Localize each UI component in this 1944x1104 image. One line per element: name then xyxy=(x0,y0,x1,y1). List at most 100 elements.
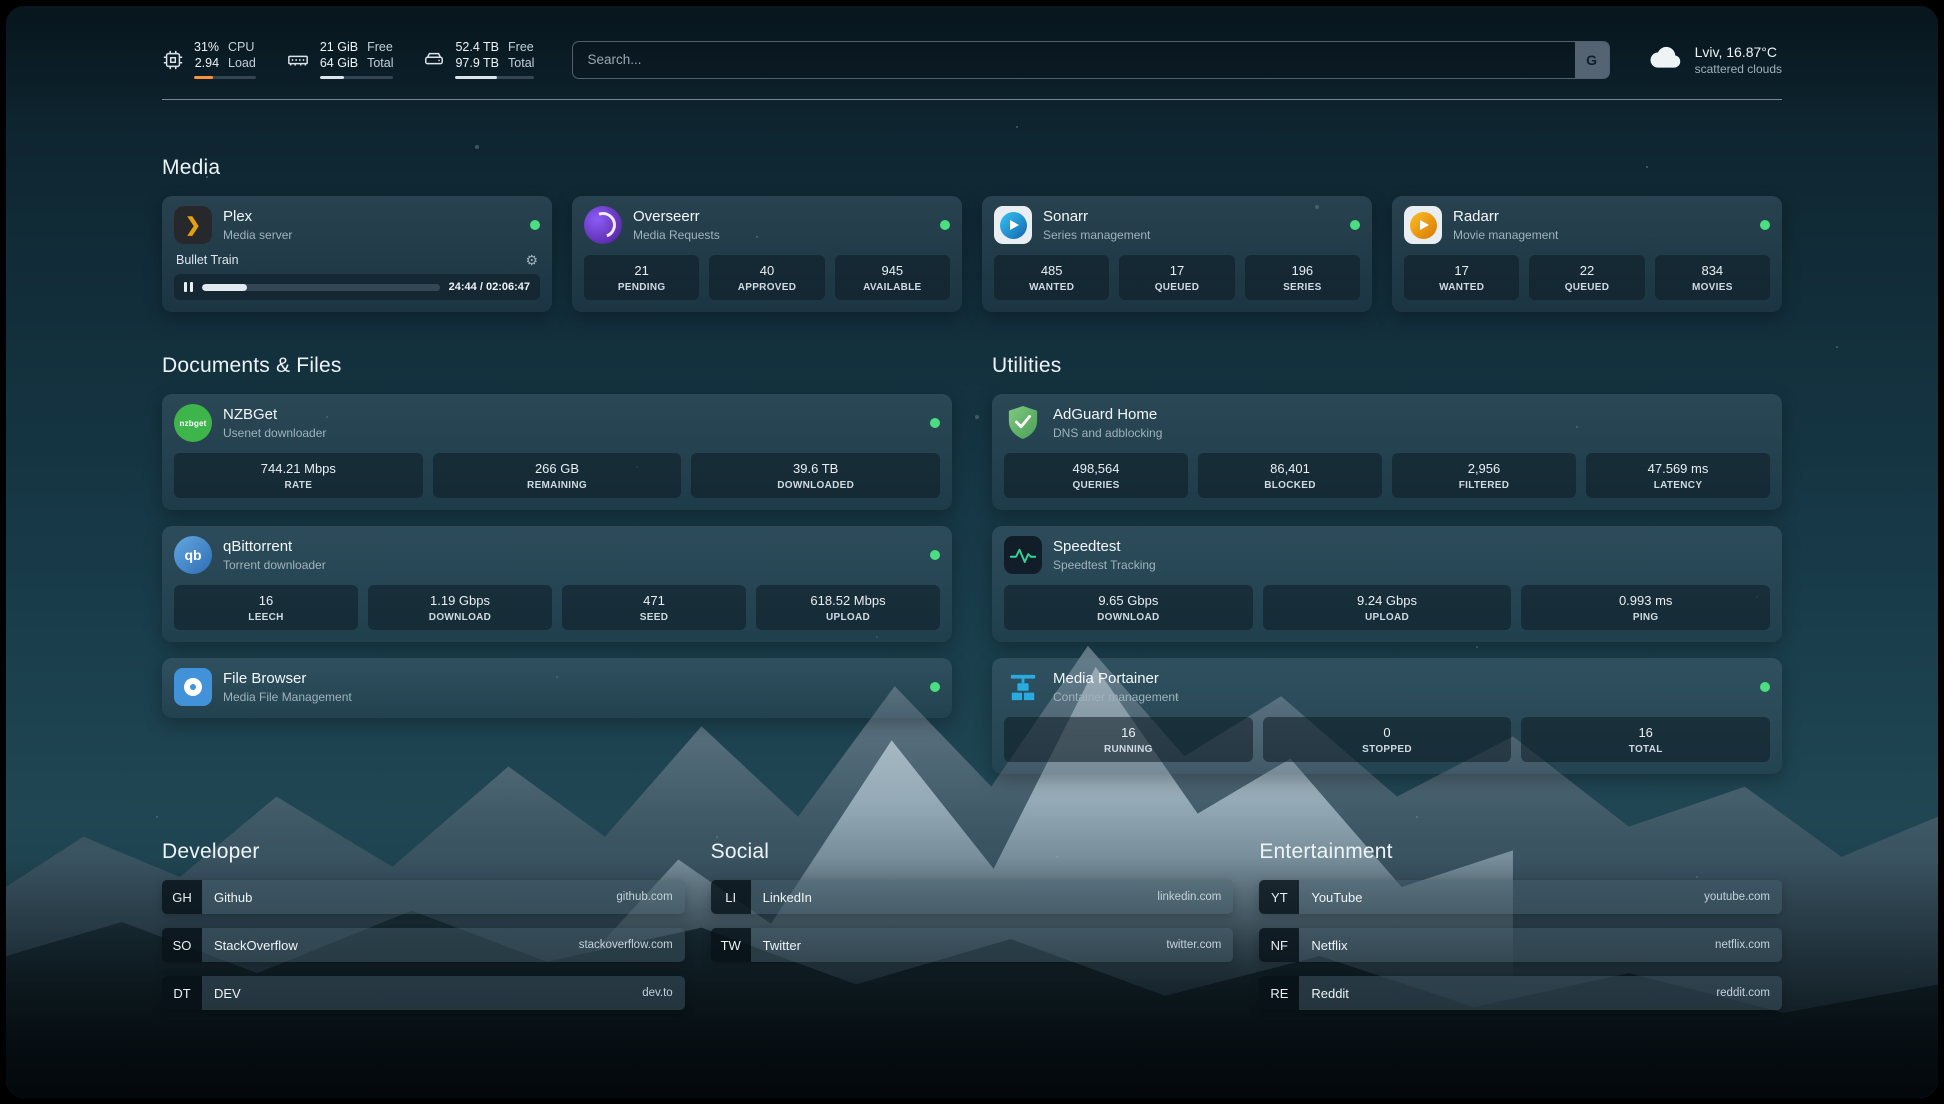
service-card-sonarr: Sonarr Series management 485 WANTED 17 Q… xyxy=(982,196,1372,312)
cpu-icon xyxy=(162,49,184,71)
dashboard-screen: 31% 2.94 CPU Load xyxy=(6,6,1938,1098)
service-subtitle: DNS and adblocking xyxy=(1053,426,1770,440)
bookmark-abbr: RE xyxy=(1259,976,1299,1010)
service-name: File Browser xyxy=(223,670,919,687)
service-card-overseerr: Overseerr Media Requests 21 PENDING 40 A… xyxy=(572,196,962,312)
bookmark-domain: linkedin.com xyxy=(1157,891,1221,903)
memory-widget: 21 GiB 64 GiB Free Total xyxy=(286,40,394,79)
qbittorrent-icon: qb xyxy=(174,536,212,574)
playback-progress-bar xyxy=(202,284,440,291)
stat: 618.52 Mbps UPLOAD xyxy=(756,585,940,630)
service-link-adguard[interactable]: AdGuard Home DNS and adblocking xyxy=(1004,404,1770,442)
search-input[interactable] xyxy=(573,42,1574,78)
disk-icon xyxy=(423,49,445,71)
service-link-qbittorrent[interactable]: qb qBittorrent Torrent downloader xyxy=(174,536,940,574)
stat: 9.65 Gbps DOWNLOAD xyxy=(1004,585,1253,630)
bookmark-twitter[interactable]: TW Twitter twitter.com xyxy=(711,928,1234,962)
disk-bar xyxy=(455,76,534,79)
resource-widgets: 31% 2.94 CPU Load xyxy=(162,40,534,79)
disk-total-value: 97.9 TB xyxy=(455,56,499,72)
bookmark-domain: youtube.com xyxy=(1704,891,1770,903)
bookmark-group-title: Entertainment xyxy=(1259,840,1782,864)
service-name: Plex xyxy=(223,208,519,225)
speedtest-icon xyxy=(1004,536,1042,574)
status-dot xyxy=(1760,682,1770,692)
service-link-nzbget[interactable]: nzbget NZBGet Usenet downloader xyxy=(174,404,940,442)
section-documents: Documents & Files nzbget NZBGet Usenet d… xyxy=(162,354,952,774)
bookmark-group-developer: Developer GH Github github.com SO StackO… xyxy=(162,840,685,1010)
service-subtitle: Media server xyxy=(223,228,519,242)
bookmark-name: Github xyxy=(214,890,252,905)
bookmark-domain: github.com xyxy=(616,891,672,903)
section-utilities: Utilities xyxy=(992,354,1782,774)
service-link-sonarr[interactable]: Sonarr Series management xyxy=(994,206,1360,244)
stat: 0 STOPPED xyxy=(1263,717,1512,762)
bookmark-domain: twitter.com xyxy=(1166,939,1221,951)
stat: 744.21 Mbps RATE xyxy=(174,453,423,498)
service-card-radarr: Radarr Movie management 17 WANTED 22 QUE… xyxy=(1392,196,1782,312)
bookmark-reddit[interactable]: RE Reddit reddit.com xyxy=(1259,976,1782,1010)
service-card-filebrowser: File Browser Media File Management xyxy=(162,658,952,718)
stat: 1.19 Gbps DOWNLOAD xyxy=(368,585,552,630)
service-card-plex: Plex Media server Bullet Train xyxy=(162,196,552,312)
stat: 196 SERIES xyxy=(1245,255,1360,300)
section-title-media: Media xyxy=(162,156,1782,180)
bookmark-abbr: DT xyxy=(162,976,202,1010)
plex-now-playing: Bullet Train 24:44 / 02:06:47 xyxy=(174,253,540,300)
gear-icon[interactable] xyxy=(525,253,538,267)
bookmark-stackoverflow[interactable]: SO StackOverflow stackoverflow.com xyxy=(162,928,685,962)
bookmark-domain: dev.to xyxy=(642,987,672,999)
cpu-widget: 31% 2.94 CPU Load xyxy=(162,40,256,79)
cpu-label-top: CPU xyxy=(228,40,254,56)
stat: 834 MOVIES xyxy=(1655,255,1770,300)
stat: 485 WANTED xyxy=(994,255,1109,300)
bookmark-name: Netflix xyxy=(1311,938,1347,953)
service-name: Overseerr xyxy=(633,208,929,225)
service-link-overseerr[interactable]: Overseerr Media Requests xyxy=(584,206,950,244)
radarr-icon xyxy=(1404,206,1442,244)
bookmark-domain: netflix.com xyxy=(1715,939,1770,951)
search-provider-button[interactable]: G xyxy=(1575,42,1609,78)
cloud-icon xyxy=(1648,44,1684,76)
bookmark-domain: stackoverflow.com xyxy=(579,939,673,951)
service-link-portainer[interactable]: Media Portainer Container management xyxy=(1004,668,1770,706)
disk-label-bottom: Total xyxy=(508,56,534,72)
pause-icon xyxy=(184,282,193,292)
stat: 16 TOTAL xyxy=(1521,717,1770,762)
status-dot xyxy=(1760,220,1770,230)
service-name: Sonarr xyxy=(1043,208,1339,225)
service-link-speedtest[interactable]: Speedtest Speedtest Tracking xyxy=(1004,536,1770,574)
service-card-portainer: Media Portainer Container management 16 … xyxy=(992,658,1782,774)
bookmark-group-title: Developer xyxy=(162,840,685,864)
stat: 498,564 QUERIES xyxy=(1004,453,1188,498)
status-dot xyxy=(530,220,540,230)
service-subtitle: Media File Management xyxy=(223,690,919,704)
service-card-speedtest: Speedtest Speedtest Tracking 9.65 Gbps D… xyxy=(992,526,1782,642)
bookmark-linkedin[interactable]: LI LinkedIn linkedin.com xyxy=(711,880,1234,914)
memory-label-top: Free xyxy=(367,40,393,56)
bookmark-abbr: NF xyxy=(1259,928,1299,962)
bookmark-dev[interactable]: DT DEV dev.to xyxy=(162,976,685,1010)
service-card-adguard: AdGuard Home DNS and adblocking 498,564 … xyxy=(992,394,1782,510)
bookmark-group-entertainment: Entertainment YT YouTube youtube.com NF … xyxy=(1259,840,1782,1010)
bookmark-abbr: GH xyxy=(162,880,202,914)
playback-time: 24:44 / 02:06:47 xyxy=(449,281,530,293)
service-link-plex[interactable]: Plex Media server xyxy=(174,206,540,244)
bookmark-youtube[interactable]: YT YouTube youtube.com xyxy=(1259,880,1782,914)
stat: 17 WANTED xyxy=(1404,255,1519,300)
bookmark-netflix[interactable]: NF Netflix netflix.com xyxy=(1259,928,1782,962)
bookmark-name: LinkedIn xyxy=(763,890,812,905)
memory-total-value: 64 GiB xyxy=(320,56,358,72)
service-link-radarr[interactable]: Radarr Movie management xyxy=(1404,206,1770,244)
stat: 17 QUEUED xyxy=(1119,255,1234,300)
bookmark-github[interactable]: GH Github github.com xyxy=(162,880,685,914)
stat: 16 RUNNING xyxy=(1004,717,1253,762)
service-name: qBittorrent xyxy=(223,538,919,555)
service-subtitle: Series management xyxy=(1043,228,1339,242)
disk-label-top: Free xyxy=(508,40,534,56)
stat: 39.6 TB DOWNLOADED xyxy=(691,453,940,498)
stat: 471 SEED xyxy=(562,585,746,630)
service-link-filebrowser[interactable]: File Browser Media File Management xyxy=(174,668,940,706)
plex-icon xyxy=(174,206,212,244)
status-dot xyxy=(930,418,940,428)
